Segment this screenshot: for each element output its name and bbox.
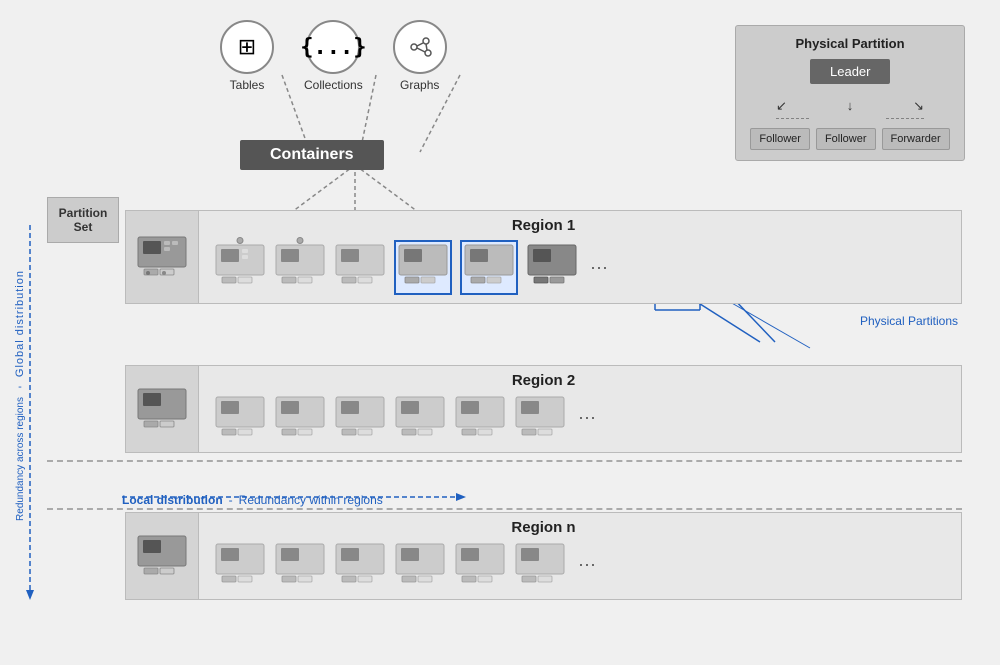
pp-followers: Follower Follower Forwarder [746, 128, 954, 150]
pp-forwarder: Forwarder [882, 128, 950, 150]
region1-server-1 [214, 243, 266, 292]
collections-label: Collections [304, 78, 363, 92]
region-2-servers: ··· [126, 395, 961, 447]
top-icons-group: ⊞ Tables {...} Collections Graphs [220, 20, 447, 92]
region2-server-6 [514, 395, 566, 439]
arrow-down: ↓ [847, 98, 854, 114]
regionn-server-3 [334, 542, 386, 586]
region2-server-5 [454, 395, 506, 439]
collections-icon-item: {...} Collections [304, 20, 363, 92]
region-n-label: Region n [126, 513, 961, 538]
region1-ps-server [136, 235, 188, 279]
local-distribution: Local distribution - Redundancy within r… [122, 493, 383, 507]
separator-2 [47, 508, 962, 510]
region-1-label: Region 1 [126, 211, 961, 236]
pp-follower-1: Follower [750, 128, 810, 150]
region2-server-1 [214, 395, 266, 439]
region-1-servers: ··· [126, 240, 961, 303]
region-2-label: Region 2 [126, 366, 961, 391]
local-dist-sublabel: Redundancy within regions [239, 493, 383, 507]
tables-icon: ⊞ [220, 20, 274, 74]
pp-title: Physical Partition [746, 36, 954, 51]
region1-server-2 [274, 243, 326, 292]
region2-ellipsis: ··· [578, 407, 596, 428]
regionn-server-1 [214, 542, 266, 586]
region1-server-4-highlighted [394, 240, 452, 295]
region-2-box: Region 2 ··· [125, 365, 962, 453]
regionn-server-4 [394, 542, 446, 586]
graphs-icon-item: Graphs [393, 20, 447, 92]
tables-label: Tables [230, 78, 265, 92]
regionn-server-2 [274, 542, 326, 586]
arrow-right: ↘ [913, 98, 924, 114]
partition-set-box: Partition Set [47, 197, 119, 243]
global-distribution-label: Global distribution - Redundancy across … [14, 270, 26, 521]
region-n-box: Region n ··· [125, 512, 962, 600]
graphs-label: Graphs [400, 78, 439, 92]
global-dist-text: Global distribution [14, 270, 26, 377]
regionn-server-5 [454, 542, 506, 586]
tables-icon-item: ⊞ Tables [220, 20, 274, 92]
pp-leader: Leader [810, 59, 890, 84]
region1-ellipsis: ··· [590, 257, 608, 278]
separator-1 [47, 460, 962, 462]
region1-server-5-highlighted [460, 240, 518, 295]
arrow-left: ↙ [776, 98, 787, 114]
physical-partition-box: Physical Partition Leader ↙ ↓ ↘ Follower… [735, 25, 965, 161]
collections-icon: {...} [306, 20, 360, 74]
diagram-container: ⊞ Tables {...} Collections Graphs [0, 0, 1000, 665]
region2-server-4 [394, 395, 446, 439]
physical-partitions-label: Physical Partitions [860, 314, 958, 328]
region-1-box: Region 1 [125, 210, 962, 304]
global-dist-sublabel: Redundancy across regions [15, 397, 26, 521]
region2-server-3 [334, 395, 386, 439]
local-dist-label: Local distribution [122, 493, 223, 507]
region-n-servers: ··· [126, 542, 961, 594]
region2-server-2 [274, 395, 326, 439]
pp-follower-2: Follower [816, 128, 876, 150]
region1-server-6-dark [526, 243, 578, 292]
graphs-icon [393, 20, 447, 74]
regionn-ellipsis: ··· [578, 554, 596, 575]
regionn-server-6 [514, 542, 566, 586]
region1-server-3 [334, 243, 386, 292]
local-dist-separator: - [229, 493, 233, 507]
containers-box: Containers [240, 140, 384, 170]
